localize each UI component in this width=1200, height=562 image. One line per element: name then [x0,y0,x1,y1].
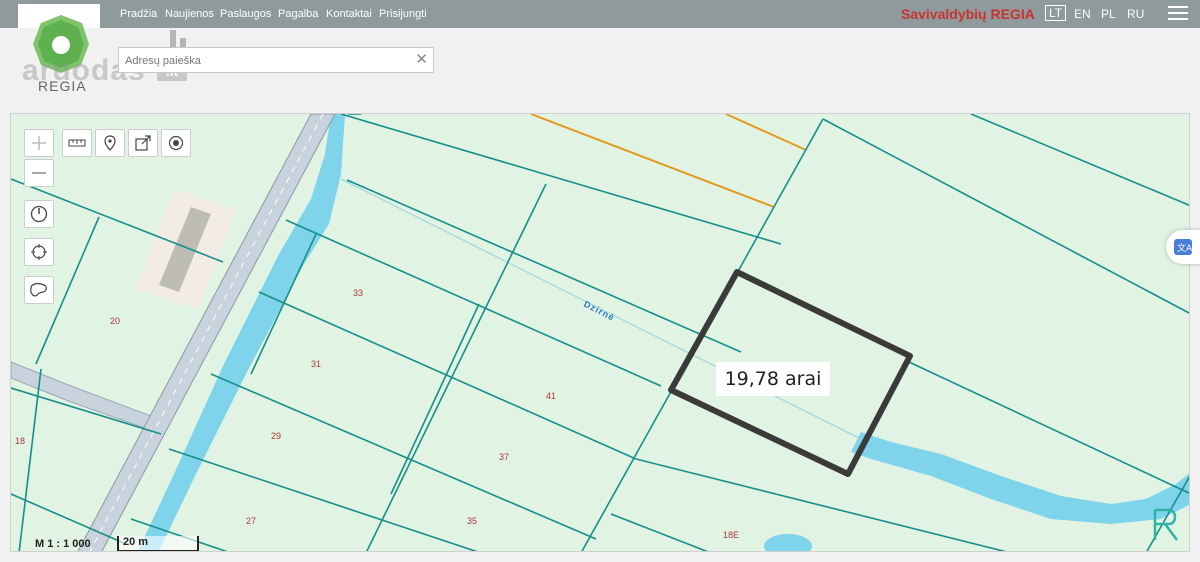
brand-title[interactable]: Savivaldybių REGIA [901,6,1035,22]
crosshair-icon [31,244,47,260]
language-en[interactable]: EN [1074,7,1091,21]
marker-icon [104,135,116,151]
translate-button[interactable]: 文A [1166,230,1200,264]
zoom-out-icon [32,172,46,174]
nav-item-prisijungti[interactable]: Prisijungti [379,8,427,20]
parcel-label: 18E [723,530,739,540]
nav-item-paslaugos[interactable]: Paslaugos [220,8,271,20]
parcel-label: 41 [546,391,556,401]
cadastral-map: 33 31 29 27 41 37 35 20 18 18E Dzirnė [11,114,1189,551]
measure-button[interactable] [62,129,92,157]
history-button[interactable] [24,200,54,228]
lasso-icon [30,283,47,297]
language-pl[interactable]: PL [1101,7,1116,21]
river-east [851,432,1189,524]
crosshair-button[interactable] [24,238,54,266]
language-lt[interactable]: LT [1045,5,1067,21]
locate-button[interactable] [161,129,191,157]
locate-icon [168,135,184,151]
ruler-icon [68,139,86,147]
language-ru[interactable]: RU [1127,7,1144,21]
zoom-in-button[interactable] [24,129,54,157]
nav-item-kontaktai[interactable]: Kontaktai [326,8,372,20]
parcel-label: 37 [499,452,509,462]
main-road [77,114,336,551]
parcel-label: 33 [353,288,363,298]
parcel-label: 20 [110,316,120,326]
share-button[interactable] [128,129,158,157]
lasso-button[interactable] [24,276,54,304]
area-label: 19,78 arai [716,362,830,396]
side-road [11,361,162,433]
street-label: Dzirnė [582,299,616,323]
history-icon [30,205,48,223]
close-icon[interactable]: ✕ [415,51,428,69]
parcel-label: 31 [311,359,321,369]
zoom-out-button[interactable] [24,159,54,187]
map-canvas[interactable]: 33 31 29 27 41 37 35 20 18 18E Dzirnė 19… [10,113,1190,552]
river [137,114,345,551]
marker-button[interactable] [95,129,125,157]
power-line [530,114,775,208]
share-icon [135,135,151,151]
address-search-box: ✕ [118,47,434,73]
scale-bar-graphic: 20 m [117,536,199,551]
regia-watermark-icon [1153,508,1178,541]
scale-ratio: M 1 : 1 000 [35,538,91,550]
nav-item-pagalba[interactable]: Pagalba [278,8,318,20]
pond [764,534,812,551]
parcel-label: 29 [271,431,281,441]
search-input[interactable] [123,49,407,73]
svg-text:文A: 文A [1177,242,1193,254]
parcel-label: 35 [467,516,477,526]
translate-icon: 文A [1174,239,1193,255]
logo-subtitle: REGIA [38,78,87,94]
zoom-in-icon [32,136,46,150]
hamburger-icon[interactable] [1168,6,1188,22]
parcel-label: 18 [15,436,25,446]
parcel-label: 27 [246,516,256,526]
scale-bar-length: 20 m [123,536,149,548]
